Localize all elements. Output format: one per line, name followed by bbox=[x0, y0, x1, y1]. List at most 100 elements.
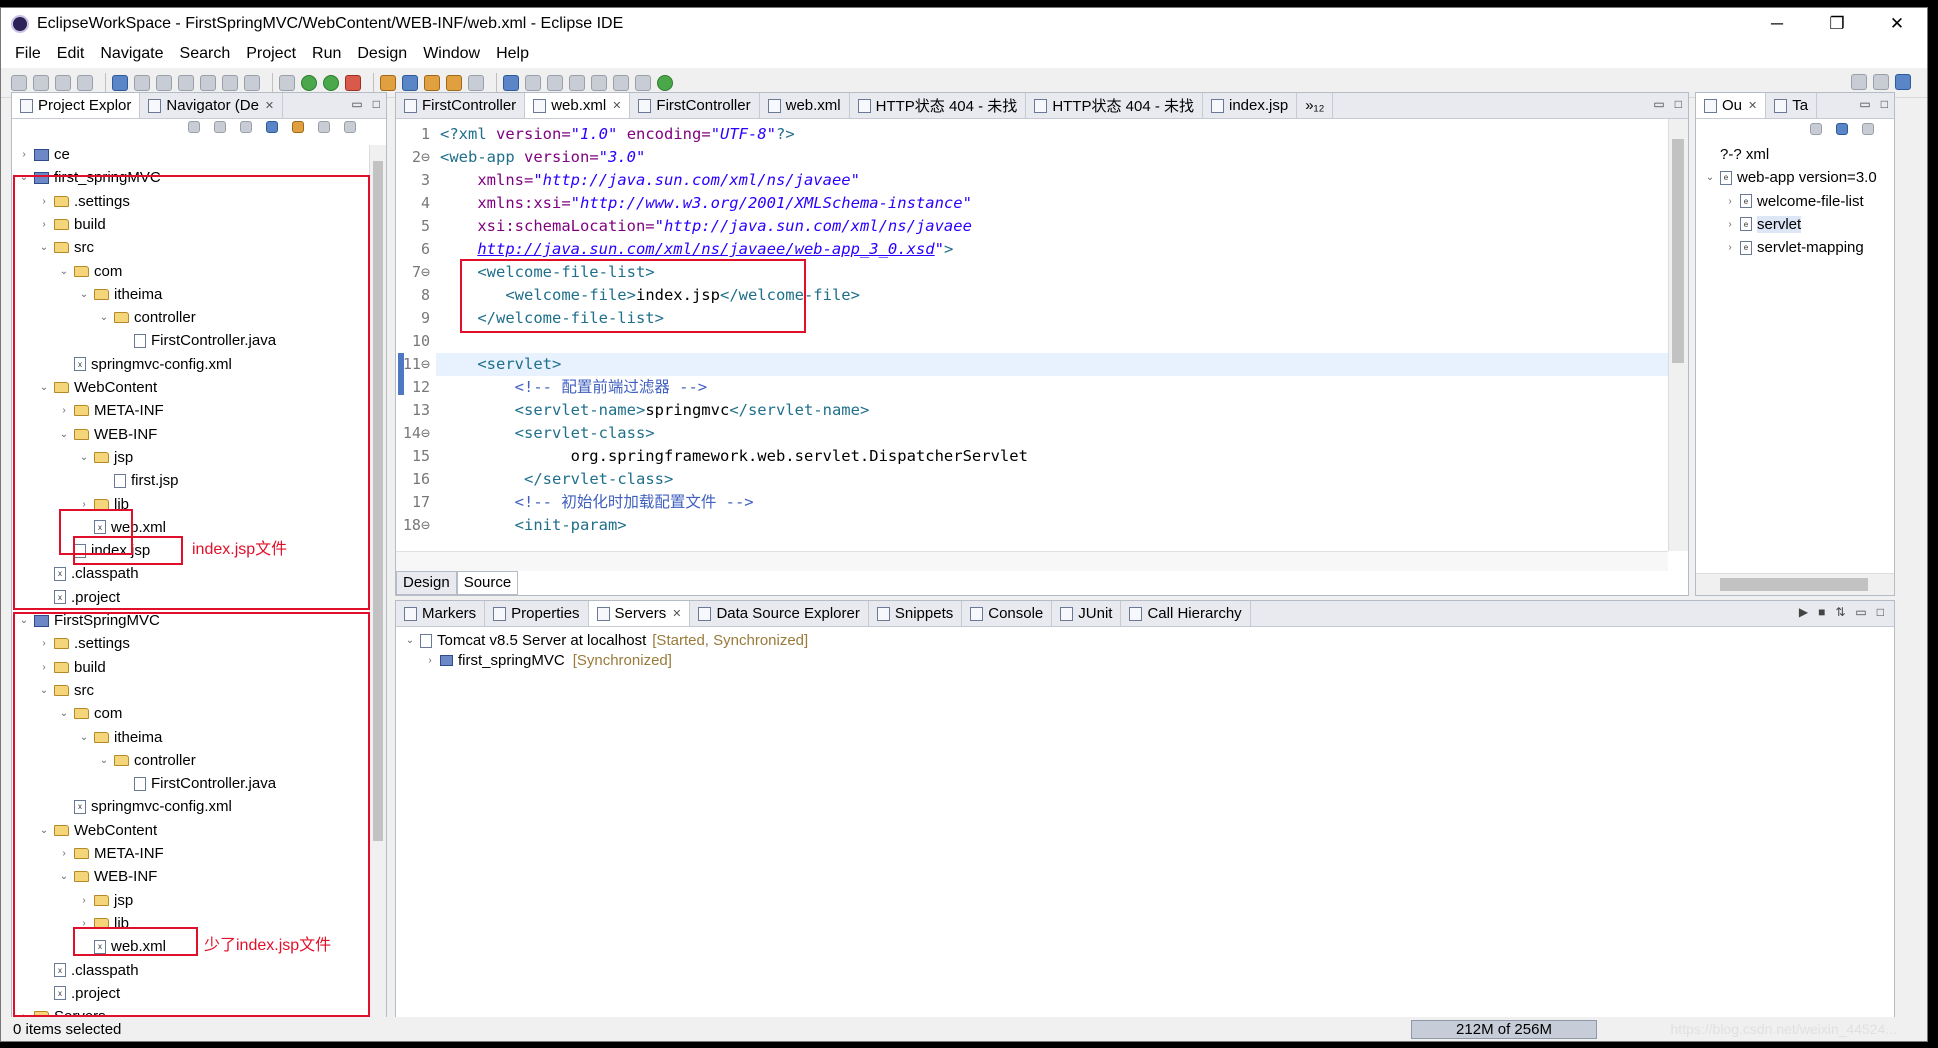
back-icon[interactable] bbox=[613, 74, 629, 91]
twisty-collapsed-icon[interactable]: › bbox=[1724, 196, 1736, 207]
tab-overflow[interactable]: »₁₂ bbox=[1297, 93, 1334, 118]
link-icon[interactable] bbox=[1810, 123, 1822, 135]
outline-item[interactable]: ⌄ e web-app version=3.0 bbox=[1704, 168, 1877, 187]
collapse-all-icon[interactable] bbox=[1836, 123, 1848, 135]
globe-icon[interactable] bbox=[503, 74, 519, 91]
code-line[interactable]: <!-- 初始化时加载配置文件 --> bbox=[440, 491, 754, 514]
minimize-button[interactable]: ─ bbox=[1747, 8, 1807, 40]
menu-navigate[interactable]: Navigate bbox=[100, 45, 163, 63]
menu-help[interactable]: Help bbox=[496, 45, 529, 63]
code-line[interactable]: <servlet-name>springmvc</servlet-name> bbox=[440, 399, 870, 422]
pin-editor-icon[interactable] bbox=[657, 74, 673, 91]
search-tool-icon[interactable] bbox=[525, 74, 541, 91]
maximize-view-icon[interactable]: □ bbox=[1675, 97, 1682, 111]
tab-task-list[interactable]: Ta bbox=[1766, 93, 1818, 118]
step-into-icon[interactable] bbox=[222, 74, 238, 91]
code-line[interactable]: xmlns:xsi="http://www.w3.org/2001/XMLSch… bbox=[440, 192, 972, 215]
code-line[interactable]: <servlet-class> bbox=[440, 422, 655, 445]
bottom-tab-servers[interactable]: Servers ✕ bbox=[588, 601, 691, 626]
twisty-collapsed-icon[interactable]: › bbox=[424, 655, 436, 666]
code-line[interactable]: <?xml version="1.0" encoding="UTF-8"?> bbox=[440, 123, 795, 146]
up-nav-icon[interactable] bbox=[240, 121, 252, 133]
suspend-icon[interactable] bbox=[178, 74, 194, 91]
tab-design[interactable]: Design bbox=[396, 571, 457, 595]
maximize-view-icon[interactable]: □ bbox=[373, 97, 380, 111]
print-icon[interactable] bbox=[77, 74, 93, 91]
menu-search[interactable]: Search bbox=[180, 45, 231, 63]
code-line[interactable]: <servlet> bbox=[440, 353, 561, 376]
next-annotation-icon[interactable] bbox=[547, 74, 563, 91]
stop-server-icon[interactable]: ■ bbox=[1818, 605, 1825, 619]
outline-item[interactable]: ?-? xml bbox=[1704, 145, 1769, 164]
minimize-view-icon[interactable]: ▭ bbox=[1653, 97, 1664, 111]
terminal-icon[interactable] bbox=[112, 74, 128, 91]
publish-icon[interactable]: ⇅ bbox=[1835, 605, 1845, 619]
bottom-tab-call-hierarchy[interactable]: Call Hierarchy bbox=[1121, 601, 1251, 626]
maximize-button[interactable]: ❐ bbox=[1807, 8, 1867, 40]
menu-edit[interactable]: Edit bbox=[57, 45, 85, 63]
editor-tab[interactable]: FirstController bbox=[396, 93, 526, 118]
editor-vertical-scrollbar[interactable] bbox=[1668, 119, 1688, 551]
bottom-tab-markers[interactable]: Markers bbox=[396, 601, 486, 626]
new-icon[interactable] bbox=[11, 74, 27, 91]
bottom-tab-console[interactable]: Console bbox=[962, 601, 1053, 626]
save-icon[interactable] bbox=[33, 74, 49, 91]
close-icon[interactable]: ✕ bbox=[672, 607, 681, 620]
forward-icon[interactable] bbox=[635, 74, 651, 91]
resume-icon[interactable] bbox=[156, 74, 172, 91]
editor-tab[interactable]: HTTP状态 404 - 未找 bbox=[850, 93, 1027, 118]
debug-icon[interactable] bbox=[279, 74, 295, 91]
terminate-icon[interactable] bbox=[200, 74, 216, 91]
bottom-tab-properties[interactable]: Properties bbox=[485, 601, 589, 626]
editor-tab[interactable]: HTTP状态 404 - 未找 bbox=[1026, 93, 1203, 118]
menu-file[interactable]: File bbox=[15, 45, 41, 63]
last-edit-icon[interactable] bbox=[591, 74, 607, 91]
editor-tab[interactable]: FirstController bbox=[630, 93, 760, 118]
search-icon[interactable] bbox=[1851, 74, 1867, 90]
outline-item[interactable]: › e servlet bbox=[1724, 215, 1802, 234]
scrollbar-thumb[interactable] bbox=[373, 161, 383, 841]
open-task-icon[interactable] bbox=[446, 74, 462, 91]
menu-project[interactable]: Project bbox=[246, 45, 296, 63]
bottom-tab-snippets[interactable]: Snippets bbox=[869, 601, 963, 626]
tree-item[interactable]: › ce bbox=[18, 145, 70, 164]
coverage-icon[interactable] bbox=[323, 74, 339, 91]
minimize-view-icon[interactable]: ▭ bbox=[1855, 605, 1866, 619]
run-icon[interactable] bbox=[301, 74, 317, 91]
close-button[interactable]: ✕ bbox=[1867, 8, 1927, 40]
twisty-collapsed-icon[interactable]: › bbox=[1724, 242, 1736, 253]
maximize-view-icon[interactable]: □ bbox=[1881, 97, 1888, 111]
skip-breakpoints-icon[interactable] bbox=[134, 74, 150, 91]
open-perspective-icon[interactable] bbox=[1873, 74, 1889, 90]
code-line[interactable]: org.springframework.web.servlet.Dispatch… bbox=[440, 445, 1028, 468]
menu-run[interactable]: Run bbox=[312, 45, 341, 63]
pen-icon[interactable] bbox=[468, 74, 484, 91]
editor-tab[interactable]: index.jsp bbox=[1203, 93, 1298, 118]
java-ee-perspective-icon[interactable] bbox=[1895, 74, 1911, 90]
tab-source[interactable]: Source bbox=[456, 571, 519, 595]
prev-annotation-icon[interactable] bbox=[569, 74, 585, 91]
new-java-project-icon[interactable] bbox=[380, 74, 396, 91]
editor-tab[interactable]: web.xml bbox=[760, 93, 850, 118]
view-menu-icon[interactable] bbox=[1862, 123, 1874, 135]
twisty-expanded-icon[interactable]: ⌄ bbox=[1704, 172, 1716, 183]
maximize-view-icon[interactable]: □ bbox=[1877, 605, 1884, 619]
heap-status[interactable]: 212M of 256M bbox=[1411, 1020, 1597, 1039]
external-tools-icon[interactable] bbox=[345, 74, 361, 91]
twisty-collapsed-icon[interactable]: › bbox=[18, 149, 30, 160]
tab-project-explorer[interactable]: Project Explor bbox=[12, 93, 141, 118]
tab-outline[interactable]: Ou ✕ bbox=[1696, 93, 1767, 118]
server-module-row[interactable]: › first_springMVC [Synchronized] bbox=[424, 651, 672, 670]
link-editor-icon[interactable] bbox=[292, 121, 304, 133]
bottom-tab-data-source-explorer[interactable]: Data Source Explorer bbox=[690, 601, 869, 626]
editor-horizontal-scrollbar[interactable] bbox=[396, 551, 1668, 571]
code-line[interactable]: xmlns="http://java.sun.com/xml/ns/javaee… bbox=[440, 169, 860, 192]
step-over-icon[interactable] bbox=[244, 74, 260, 91]
twisty-expanded-icon[interactable]: ⌄ bbox=[404, 635, 416, 646]
explorer-scrollbar[interactable] bbox=[369, 145, 386, 1019]
bottom-tab-junit[interactable]: JUnit bbox=[1052, 601, 1122, 626]
minimize-view-icon[interactable]: ▭ bbox=[1859, 97, 1870, 111]
start-server-icon[interactable]: ▶ bbox=[1799, 605, 1808, 619]
scrollbar-thumb[interactable] bbox=[1720, 578, 1868, 591]
view-menu-icon[interactable] bbox=[344, 121, 356, 133]
